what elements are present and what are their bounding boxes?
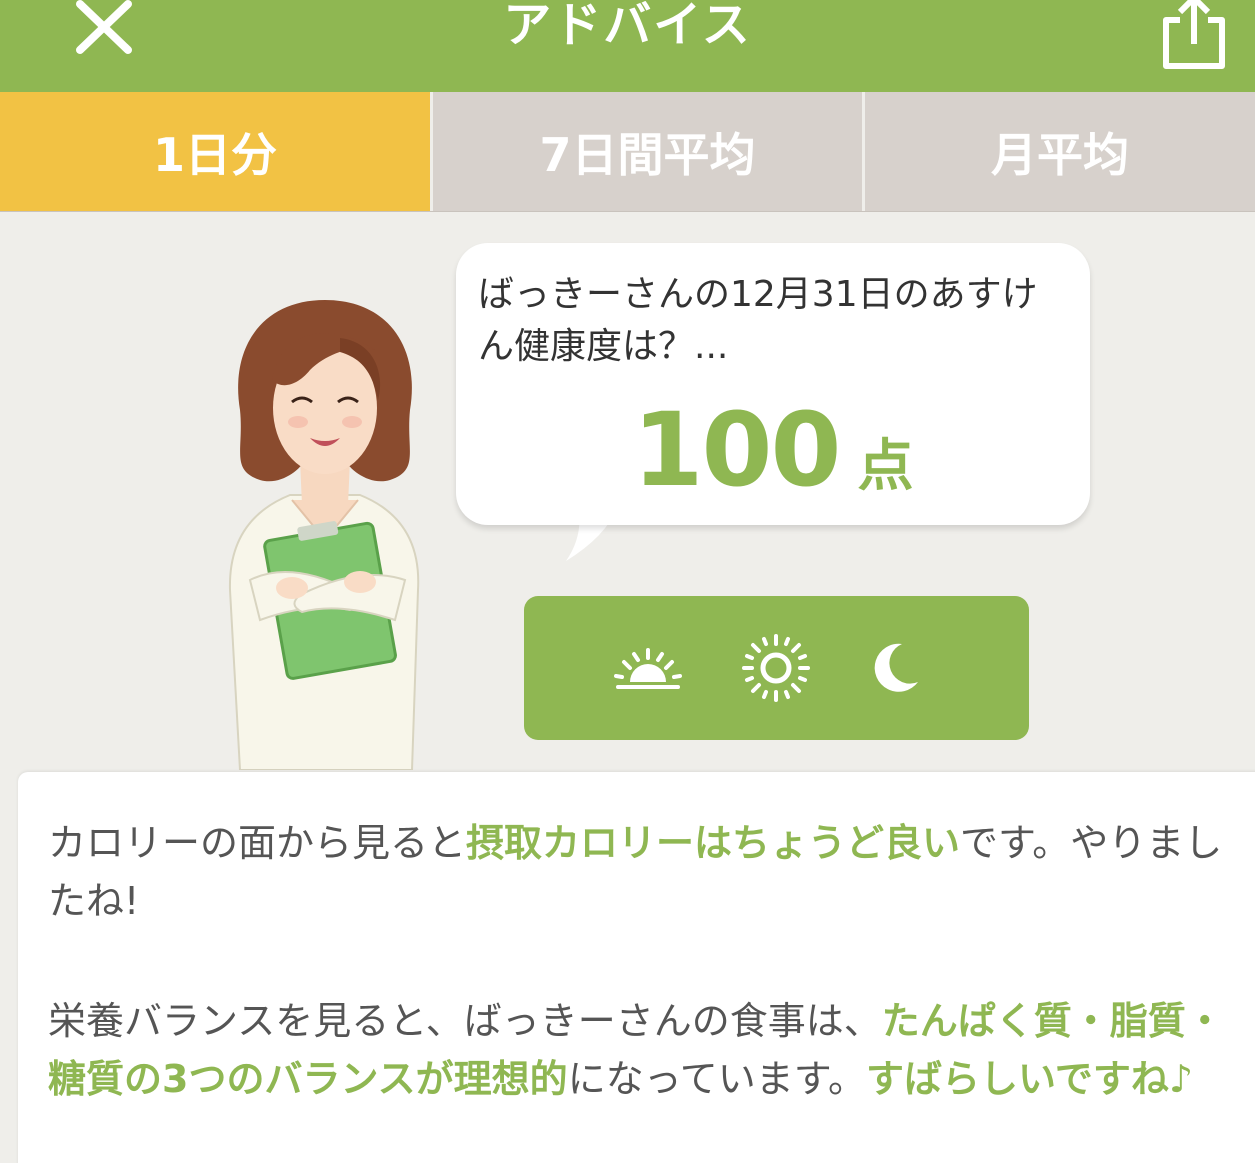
- tab-7day-average[interactable]: 7日間平均: [430, 92, 862, 211]
- advice-screen: アドバイス 1日分 7日間平均 月平均 ばっきーさんの12月31日のあすけん健康…: [0, 0, 1255, 1163]
- sun-icon[interactable]: [740, 632, 812, 704]
- advisor-character-illustration: [228, 300, 420, 770]
- health-score-question: ばっきーさんの12月31日のあすけん健康度は？...: [478, 274, 1038, 367]
- advice-text: 栄養バランスを見ると、ばっきーさんの食事は、: [48, 999, 882, 1043]
- tab-monthly-average[interactable]: 月平均: [862, 92, 1255, 211]
- advice-text: カロリーの面から見ると: [48, 821, 467, 865]
- advice-highlight: すばらしいですね♪: [866, 1057, 1194, 1101]
- health-score: 100 点: [456, 391, 1090, 510]
- header-bar: アドバイス: [0, 0, 1255, 92]
- tab-1day[interactable]: 1日分: [0, 92, 430, 211]
- moon-icon[interactable]: [858, 632, 930, 704]
- page-title: アドバイス: [503, 0, 752, 53]
- meal-selector-panel: [524, 596, 1029, 740]
- advice-calorie-paragraph: カロリーの面から見ると摂取カロリーはちょうど良いです。やりましたね!: [48, 814, 1238, 930]
- advice-text: になっています。: [567, 1057, 866, 1101]
- score-unit: 点: [857, 434, 914, 499]
- period-tabs: 1日分 7日間平均 月平均: [0, 92, 1255, 212]
- advice-highlight: 摂取カロリーはちょうど良い: [466, 821, 961, 865]
- advice-card: カロリーの面から見ると摂取カロリーはちょうど良いです。やりましたね! 栄養バラン…: [18, 772, 1255, 1163]
- sunrise-icon[interactable]: [612, 632, 684, 704]
- score-value: 100: [632, 391, 842, 510]
- share-button[interactable]: [1156, 0, 1232, 72]
- speech-bubble: ばっきーさんの12月31日のあすけん健康度は？... 100 点: [456, 243, 1090, 525]
- advice-balance-paragraph: 栄養バランスを見ると、ばっきーさんの食事は、たんぱく質・脂質・糖質の3つのバラン…: [48, 992, 1238, 1108]
- share-icon: [1163, 0, 1225, 69]
